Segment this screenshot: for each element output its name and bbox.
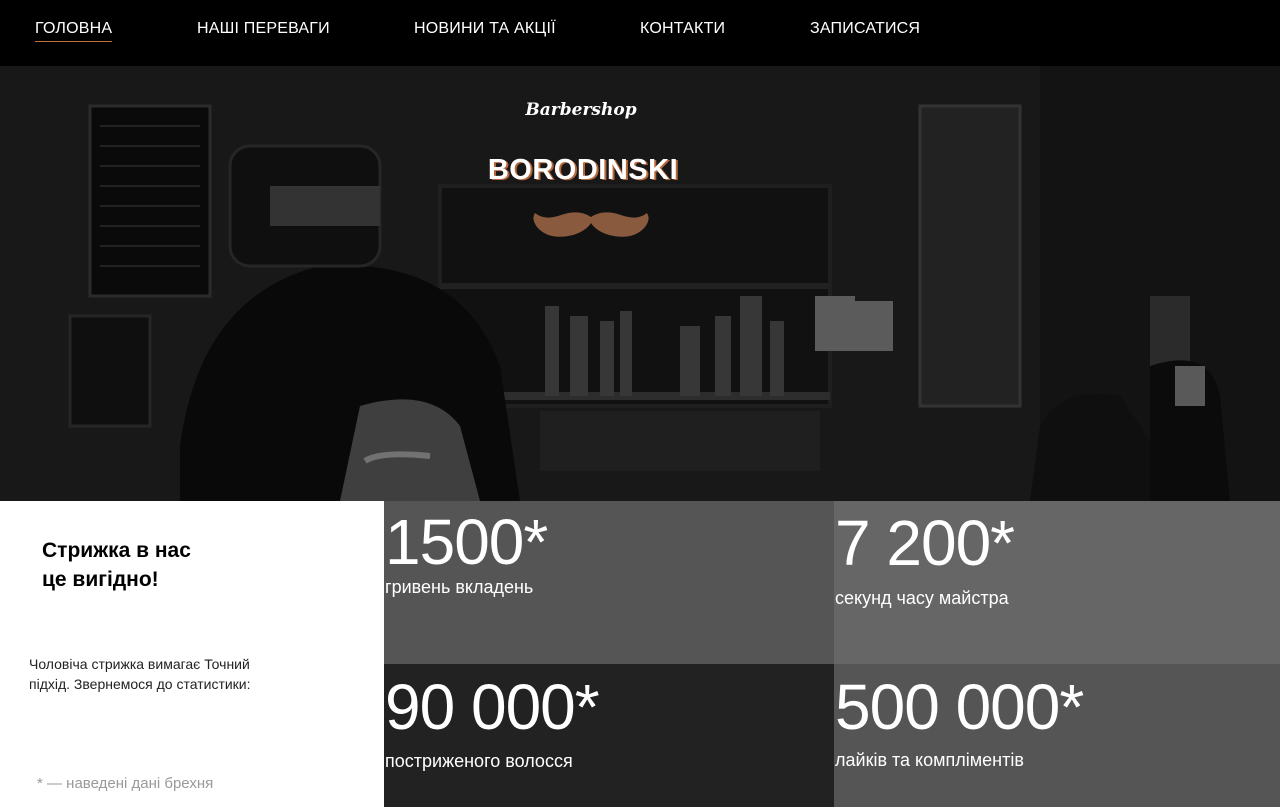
stat-value: 1500*	[385, 506, 548, 578]
stat-tile-likes: 500 000* лайків та компліментів	[834, 664, 1280, 807]
info-description: Чоловіча стрижка вимагає Точний підхід. …	[29, 656, 251, 692]
stat-label: секунд часу майстра	[835, 588, 1009, 608]
info-heading-line1: Стрижка в нас	[42, 539, 191, 562]
hero-banner: Barbershop BORODINSKI	[0, 66, 1280, 501]
stat-tile-investment: 1500* гривень вкладень	[384, 501, 834, 664]
top-navigation: ГОЛОВНА НАШІ ПЕРЕВАГИ НОВИНИ ТА АКЦІЇ КО…	[0, 0, 1280, 66]
nav-link-signup[interactable]: ЗАПИСАТИСЯ	[810, 20, 920, 38]
stat-value: 500 000*	[835, 671, 1084, 743]
nav-link-advantages[interactable]: НАШІ ПЕРЕВАГИ	[197, 20, 330, 38]
stat-label: постриженого волосся	[385, 751, 573, 771]
stat-value: 7 200*	[835, 507, 1015, 579]
hero-subtitle: Barbershop	[525, 100, 637, 120]
hero-title: BORODINSKI	[487, 154, 679, 186]
info-heading-line2: це вигідно!	[42, 568, 159, 591]
info-heading: Стрижка в нас це вигідно!	[42, 536, 191, 594]
nav-link-home[interactable]: ГОЛОВНА	[35, 20, 113, 42]
info-panel: Стрижка в нас це вигідно! Чоловіча стриж…	[0, 501, 384, 807]
hero-dark-overlay	[0, 66, 1280, 501]
info-footnote: * — наведені дані брехня	[37, 775, 214, 792]
moustache-icon	[533, 212, 649, 237]
nav-link-contacts[interactable]: КОНТАКТИ	[640, 20, 725, 38]
nav-link-news[interactable]: НОВИНИ ТА АКЦІЇ	[414, 20, 556, 38]
stat-tile-hair-cut: 90 000* постриженого волосся	[384, 664, 834, 807]
stat-value: 90 000*	[385, 671, 600, 743]
stat-tile-master-time: 7 200* секунд часу майстра	[834, 501, 1280, 664]
stat-label: лайків та компліментів	[835, 750, 1024, 770]
stat-label: гривень вкладень	[385, 577, 534, 597]
